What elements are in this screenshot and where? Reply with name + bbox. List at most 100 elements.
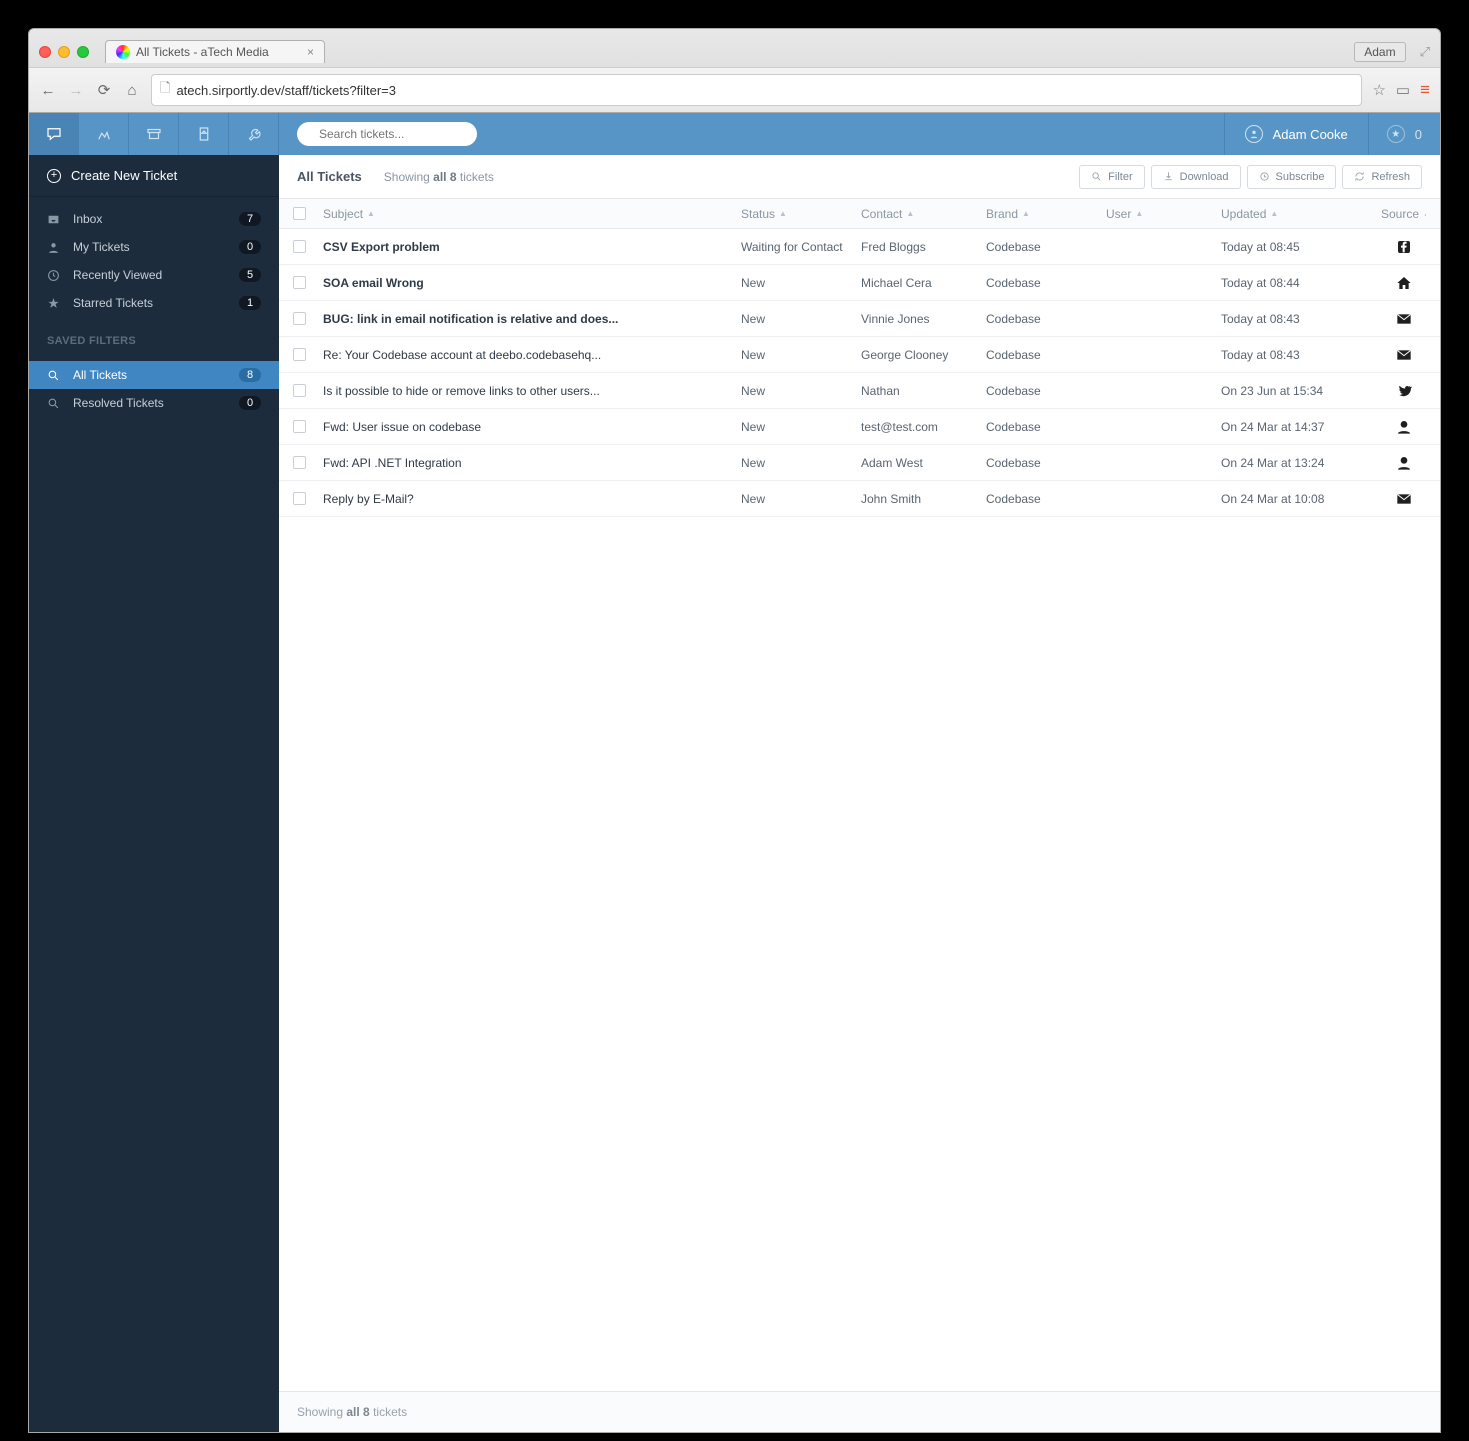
col-brand[interactable]: Brand▲ (986, 207, 1106, 221)
table-row[interactable]: BUG: link in email notification is relat… (279, 301, 1440, 337)
favicon-icon (116, 45, 130, 59)
home-icon[interactable]: ⌂ (123, 82, 141, 99)
maximize-window-icon[interactable] (77, 46, 89, 58)
sidebar-item-my-tickets[interactable]: My Tickets0 (29, 233, 279, 261)
row-checkbox[interactable] (293, 276, 306, 289)
sidebar-item-resolved-tickets[interactable]: Resolved Tickets0 (29, 389, 279, 417)
star-icon (47, 297, 61, 310)
cell-subject: Reply by E-Mail? (323, 492, 741, 506)
filter-button[interactable]: Filter (1079, 165, 1144, 189)
sidebar-item-inbox[interactable]: Inbox7 (29, 205, 279, 233)
sidebar-item-starred-tickets[interactable]: Starred Tickets1 (29, 289, 279, 317)
nav-archive-icon[interactable] (129, 113, 179, 155)
nav-settings-icon[interactable] (229, 113, 279, 155)
cell-source (1381, 383, 1426, 399)
cell-source (1381, 347, 1426, 363)
page-subtitle: Showing all 8 tickets (384, 170, 494, 184)
close-window-icon[interactable] (39, 46, 51, 58)
row-checkbox[interactable] (293, 240, 306, 253)
search-icon (47, 369, 61, 382)
col-subject[interactable]: Subject▲ (323, 207, 741, 221)
cell-subject: Re: Your Codebase account at deebo.codeb… (323, 348, 741, 362)
star-bookmark-icon[interactable]: ☆ (1372, 81, 1385, 99)
create-ticket-button[interactable]: + Create New Ticket (29, 155, 279, 197)
minimize-window-icon[interactable] (58, 46, 70, 58)
count-badge: 0 (239, 396, 261, 410)
cast-icon[interactable]: ▭ (1396, 81, 1410, 99)
cell-subject: BUG: link in email notification is relat… (323, 312, 741, 326)
col-updated[interactable]: Updated▲ (1221, 207, 1381, 221)
row-checkbox[interactable] (293, 348, 306, 361)
cell-status: New (741, 456, 861, 470)
notifications-button[interactable]: ★ 0 (1368, 113, 1440, 155)
row-checkbox[interactable] (293, 420, 306, 433)
cell-subject: Fwd: API .NET Integration (323, 456, 741, 470)
sort-icon: ▲ (906, 209, 914, 218)
download-button[interactable]: Download (1151, 165, 1241, 189)
sort-icon: ▲ (779, 209, 787, 218)
cell-brand: Codebase (986, 420, 1106, 434)
nav-chat-icon[interactable] (29, 113, 79, 155)
table-footer: Showing all 8 tickets (279, 1391, 1440, 1432)
page-icon: 🗋 (160, 79, 170, 101)
refresh-button[interactable]: Refresh (1342, 165, 1422, 189)
subscribe-button[interactable]: Subscribe (1247, 165, 1337, 189)
table-row[interactable]: Re: Your Codebase account at deebo.codeb… (279, 337, 1440, 373)
col-source[interactable]: Source▲ (1381, 207, 1426, 221)
url-bar[interactable]: 🗋 atech.sirportly.dev/staff/tickets?filt… (151, 74, 1362, 106)
select-all-checkbox[interactable] (293, 207, 306, 220)
sidebar-item-recently-viewed[interactable]: Recently Viewed5 (29, 261, 279, 289)
col-user[interactable]: User▲ (1106, 207, 1221, 221)
sidebar-item-label: Recently Viewed (73, 268, 162, 282)
url-text: atech.sirportly.dev/staff/tickets?filter… (176, 83, 396, 98)
cell-brand: Codebase (986, 312, 1106, 326)
fullscreen-icon[interactable]: ⤢ (1420, 44, 1430, 60)
cell-status: New (741, 348, 861, 362)
browser-profile-button[interactable]: Adam (1354, 42, 1405, 62)
ticket-table: Subject▲ Status▲ Contact▲ Brand▲ User▲ U… (279, 199, 1440, 1391)
cell-contact: George Clooney (861, 348, 986, 362)
cell-source (1381, 239, 1426, 255)
nav-reports-icon[interactable] (79, 113, 129, 155)
cell-status: New (741, 492, 861, 506)
cell-brand: Codebase (986, 348, 1106, 362)
cell-contact: test@test.com (861, 420, 986, 434)
browser-tab[interactable]: All Tickets - aTech Media × (105, 40, 325, 63)
person-icon (47, 241, 61, 254)
cell-subject: SOA email Wrong (323, 276, 741, 290)
table-row[interactable]: Reply by E-Mail?NewJohn SmithCodebaseOn … (279, 481, 1440, 517)
menu-icon[interactable]: ≡ (1420, 80, 1430, 100)
sort-icon: ▲ (1270, 209, 1278, 218)
table-row[interactable]: SOA email WrongNewMichael CeraCodebaseTo… (279, 265, 1440, 301)
table-row[interactable]: Fwd: API .NET IntegrationNewAdam WestCod… (279, 445, 1440, 481)
cell-updated: Today at 08:44 (1221, 276, 1381, 290)
cell-brand: Codebase (986, 240, 1106, 254)
col-contact[interactable]: Contact▲ (861, 207, 986, 221)
count-badge: 8 (239, 368, 261, 382)
table-row[interactable]: Is it possible to hide or remove links t… (279, 373, 1440, 409)
row-checkbox[interactable] (293, 492, 306, 505)
col-status[interactable]: Status▲ (741, 207, 861, 221)
user-menu[interactable]: Adam Cooke (1224, 113, 1368, 155)
tab-close-icon[interactable]: × (307, 45, 314, 59)
forward-icon[interactable]: → (67, 82, 85, 99)
table-row[interactable]: CSV Export problemWaiting for ContactFre… (279, 229, 1440, 265)
browser-chrome: All Tickets - aTech Media × Adam ⤢ ← → ⟳… (28, 28, 1441, 113)
reload-icon[interactable]: ⟳ (95, 81, 113, 99)
inbox-icon (47, 213, 61, 226)
nav-export-icon[interactable] (179, 113, 229, 155)
create-label: Create New Ticket (71, 168, 177, 183)
search-field[interactable] (319, 127, 474, 141)
cell-contact: Nathan (861, 384, 986, 398)
back-icon[interactable]: ← (39, 82, 57, 99)
row-checkbox[interactable] (293, 384, 306, 397)
cell-status: New (741, 312, 861, 326)
cell-contact: Vinnie Jones (861, 312, 986, 326)
cell-subject: Fwd: User issue on codebase (323, 420, 741, 434)
row-checkbox[interactable] (293, 456, 306, 469)
row-checkbox[interactable] (293, 312, 306, 325)
cell-updated: On 23 Jun at 15:34 (1221, 384, 1381, 398)
table-row[interactable]: Fwd: User issue on codebaseNewtest@test.… (279, 409, 1440, 445)
search-input[interactable] (297, 122, 477, 146)
sidebar-item-all-tickets[interactable]: All Tickets8 (29, 361, 279, 389)
